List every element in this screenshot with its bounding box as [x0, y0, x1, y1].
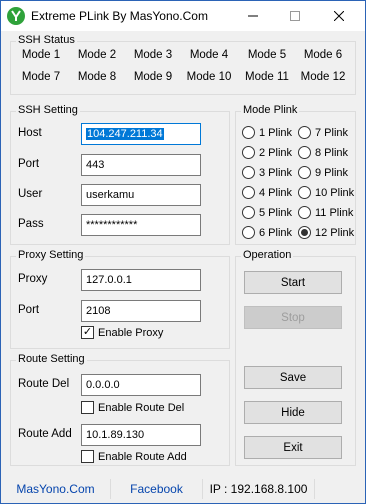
site-link[interactable]: MasYono.Com: [1, 479, 111, 499]
proxy-setting-group: Proxy Setting Proxy 127.0.0.1 Port 2108 …: [10, 249, 230, 349]
plink-option-2[interactable]: 2 Plink: [242, 146, 292, 159]
radio-icon[interactable]: [298, 206, 311, 219]
ssh-setting-legend: SSH Setting: [16, 104, 80, 116]
radio-icon[interactable]: [242, 186, 255, 199]
stop-button[interactable]: Stop: [244, 306, 342, 329]
route-add-input[interactable]: 10.1.89.130: [81, 424, 201, 446]
mode-status-8: Mode 8: [77, 71, 117, 83]
mode-status-4: Mode 4: [189, 49, 229, 61]
radio-icon[interactable]: [242, 146, 255, 159]
enable-route-add-checkbox[interactable]: Enable Route Add: [81, 450, 187, 463]
user-label: User: [18, 188, 43, 200]
plink-option-1[interactable]: 1 Plink: [242, 126, 292, 139]
ssh-status-group: SSH Status Mode 1 Mode 2 Mode 3 Mode 4 M…: [10, 34, 356, 95]
plink-option-8[interactable]: 8 Plink: [298, 146, 348, 159]
minimize-button[interactable]: [233, 1, 273, 31]
close-button[interactable]: [319, 1, 359, 31]
checkbox-empty-icon[interactable]: [81, 450, 94, 463]
radio-icon[interactable]: [242, 206, 255, 219]
proxy-input[interactable]: 127.0.0.1: [81, 269, 201, 291]
radio-icon[interactable]: [298, 166, 311, 179]
mode-status-7: Mode 7: [21, 71, 61, 83]
route-setting-group: Route Setting Route Del 0.0.0.0 Enable R…: [10, 353, 230, 466]
route-setting-legend: Route Setting: [16, 353, 87, 365]
host-value: 104.247.211.34: [86, 128, 164, 140]
proxy-setting-legend: Proxy Setting: [16, 249, 86, 261]
route-del-input[interactable]: 0.0.0.0: [81, 374, 201, 396]
mode-status-5: Mode 5: [247, 49, 287, 61]
port-input[interactable]: 443: [81, 154, 201, 176]
host-input[interactable]: 104.247.211.34: [81, 123, 201, 145]
title-bar[interactable]: Extreme PLink By MasYono.Com: [1, 1, 365, 31]
window-title: Extreme PLink By MasYono.Com: [31, 9, 208, 23]
mode-plink-legend: Mode Plink: [241, 104, 300, 116]
operation-group: Operation Start Stop Save Hide Exit: [235, 249, 356, 466]
plink-option-10[interactable]: 10 Plink: [298, 186, 354, 199]
hide-button[interactable]: Hide: [244, 401, 342, 424]
ssh-setting-group: SSH Setting Host 104.247.211.34 Port 443…: [10, 104, 230, 245]
proxy-port-input[interactable]: 2108: [81, 300, 201, 322]
radio-icon[interactable]: [242, 126, 255, 139]
radio-icon[interactable]: [242, 166, 255, 179]
user-input[interactable]: userkamu: [81, 184, 201, 206]
mode-status-9: Mode 9: [133, 71, 173, 83]
operation-legend: Operation: [241, 249, 294, 261]
mode-plink-group: Mode Plink 1 Plink 2 Plink 3 Plink 4 Pli…: [235, 104, 356, 245]
plink-option-7[interactable]: 7 Plink: [298, 126, 348, 139]
plink-option-12[interactable]: 12 Plink: [298, 226, 354, 239]
radio-icon[interactable]: [298, 186, 311, 199]
plink-option-6[interactable]: 6 Plink: [242, 226, 292, 239]
status-bar: MasYono.Com Facebook IP : 192.168.8.100: [1, 475, 365, 503]
host-label: Host: [18, 127, 42, 139]
checkmark-icon[interactable]: ✓: [81, 326, 94, 339]
mode-status-1: Mode 1: [21, 49, 61, 61]
mode-status-3: Mode 3: [133, 49, 173, 61]
app-window: Extreme PLink By MasYono.Com SSH Status …: [0, 0, 366, 504]
pass-label: Pass: [18, 218, 44, 230]
enable-route-del-checkbox[interactable]: Enable Route Del: [81, 401, 184, 414]
mode-status-12: Mode 12: [300, 71, 346, 83]
maximize-button[interactable]: [275, 1, 315, 31]
radio-icon[interactable]: [298, 126, 311, 139]
pass-input[interactable]: ************: [81, 214, 201, 236]
app-logo-icon: [7, 7, 25, 25]
plink-option-3[interactable]: 3 Plink: [242, 166, 292, 179]
plink-option-5[interactable]: 5 Plink: [242, 206, 292, 219]
plink-option-4[interactable]: 4 Plink: [242, 186, 292, 199]
enable-proxy-checkbox[interactable]: ✓ Enable Proxy: [81, 326, 163, 339]
radio-icon[interactable]: [242, 226, 255, 239]
mode-status-11: Mode 11: [245, 71, 289, 83]
save-button[interactable]: Save: [244, 366, 342, 389]
plink-option-9[interactable]: 9 Plink: [298, 166, 348, 179]
exit-button[interactable]: Exit: [244, 436, 342, 459]
plink-option-11[interactable]: 11 Plink: [298, 206, 353, 219]
route-del-label: Route Del: [18, 378, 70, 390]
ip-status: IP : 192.168.8.100: [203, 479, 315, 499]
mode-status-10: Mode 10: [186, 71, 232, 83]
route-add-label: Route Add: [18, 428, 72, 440]
radio-checked-icon[interactable]: [298, 226, 311, 239]
checkbox-empty-icon[interactable]: [81, 401, 94, 414]
facebook-link[interactable]: Facebook: [111, 479, 203, 499]
mode-status-2: Mode 2: [77, 49, 117, 61]
proxy-port-label: Port: [18, 304, 40, 316]
start-button[interactable]: Start: [244, 271, 342, 294]
port-label: Port: [18, 158, 40, 170]
mode-status-6: Mode 6: [303, 49, 343, 61]
radio-icon[interactable]: [298, 146, 311, 159]
proxy-label: Proxy: [18, 273, 48, 285]
